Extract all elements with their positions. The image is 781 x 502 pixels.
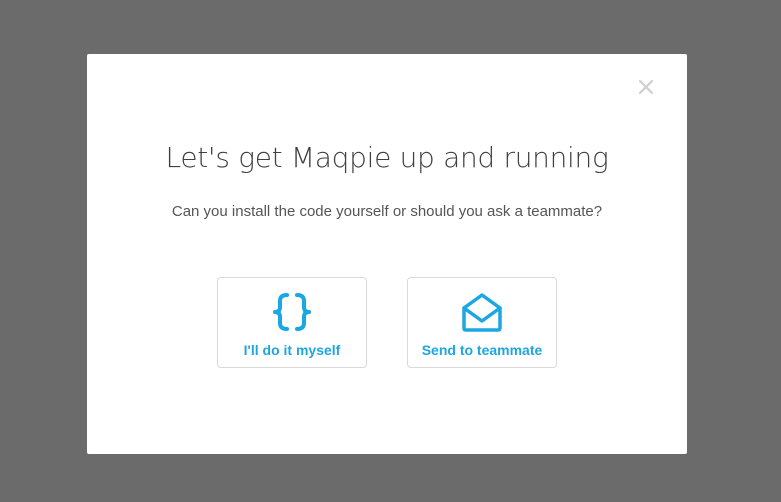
modal-title: Let's get Maqpie up and running [165, 141, 609, 174]
code-braces-icon [218, 292, 366, 332]
close-icon [639, 80, 653, 94]
modal-subtitle: Can you install the code yourself or sho… [171, 203, 603, 220]
setup-modal: Let's get Maqpie up and running Can you … [87, 54, 687, 454]
install-options: I'll do it myself Send to teammate [217, 277, 557, 368]
do-it-myself-label: I'll do it myself [243, 342, 341, 358]
send-to-teammate-button[interactable]: Send to teammate [407, 277, 557, 368]
send-to-teammate-label: Send to teammate [421, 342, 543, 358]
close-button[interactable] [635, 76, 657, 98]
do-it-myself-button[interactable]: I'll do it myself [217, 277, 367, 368]
envelope-open-icon [408, 292, 556, 332]
